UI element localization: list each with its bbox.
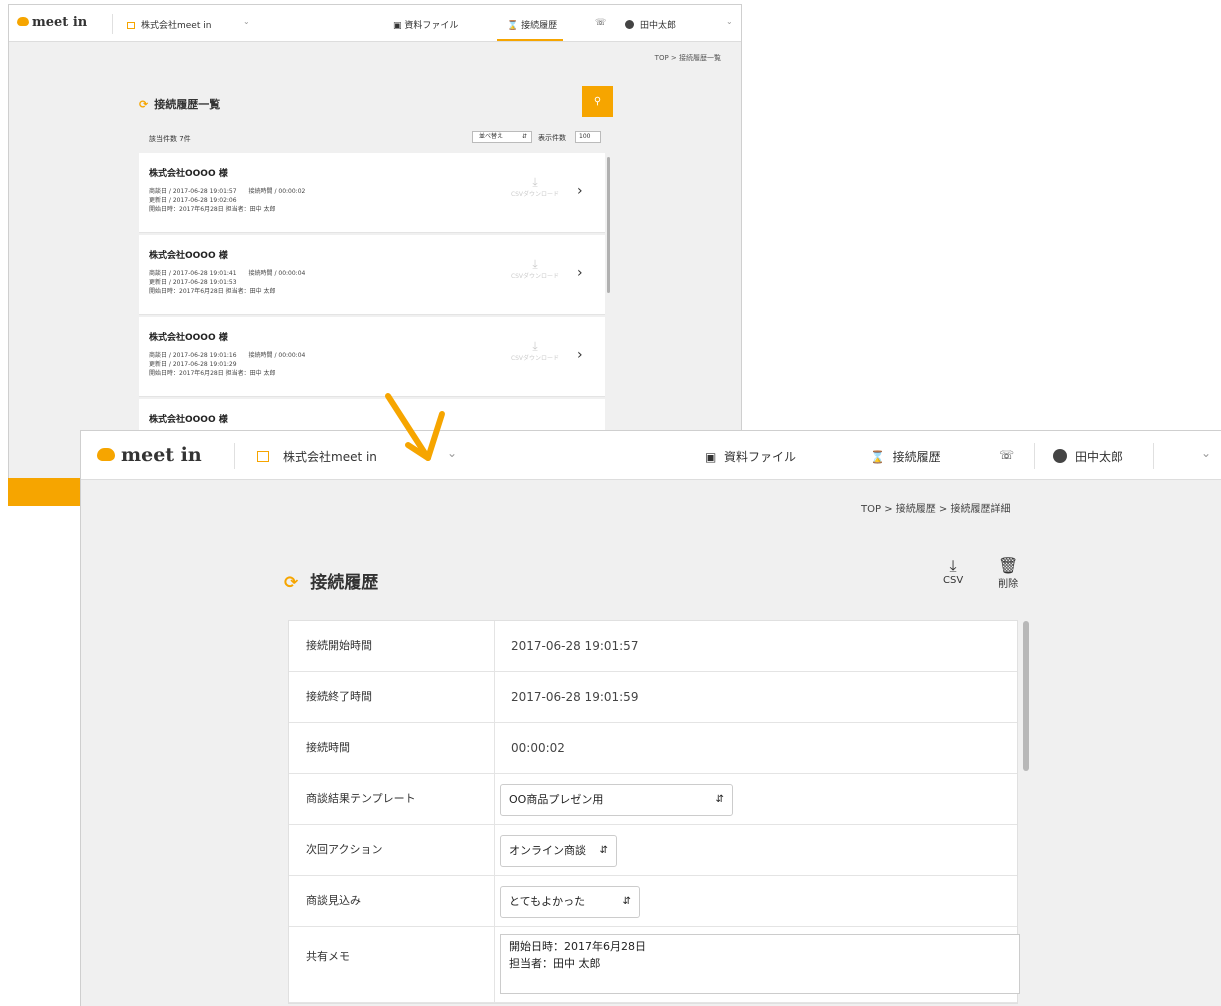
- building-icon: [257, 451, 269, 462]
- logo-icon: [17, 17, 29, 26]
- scrollbar[interactable]: [607, 157, 610, 293]
- download-icon: ⤓: [532, 257, 538, 271]
- chevron-down-icon[interactable]: ⌄: [1201, 446, 1211, 460]
- breadcrumb: TOP > 接続履歴 > 接続履歴詳細: [861, 504, 1011, 515]
- top-header: meet in 株式会社meet in ⌄ ▣ 資料ファイル ⌛ 接続履歴 ☏ …: [9, 5, 741, 42]
- folder-icon: ▣: [393, 21, 402, 31]
- hourglass-icon: ⌛: [870, 450, 885, 464]
- hourglass-icon: ⌛: [507, 21, 519, 31]
- chevron-right-icon[interactable]: ›: [577, 265, 583, 281]
- csv-download-button[interactable]: ⤓ CSVダウンロード: [505, 175, 565, 198]
- download-icon: ⤓: [532, 339, 538, 353]
- select-arrows-icon: ⇵: [521, 133, 527, 140]
- nav-files[interactable]: ▣ 資料ファイル: [705, 448, 796, 465]
- folder-icon: ▣: [705, 450, 717, 464]
- trash-icon: 🗑: [998, 556, 1019, 575]
- search-button[interactable]: ⚲: [582, 86, 613, 117]
- csv-download-button[interactable]: ⤓ CSV: [943, 556, 963, 587]
- sort-select[interactable]: 並べ替え ⇵: [472, 131, 532, 143]
- csv-download-button[interactable]: ⤓ CSVダウンロード: [505, 339, 565, 362]
- user-menu[interactable]: 田中太郎: [625, 18, 676, 31]
- user-menu[interactable]: 田中太郎: [1053, 448, 1123, 465]
- search-icon: ⚲: [593, 96, 602, 107]
- nav-history[interactable]: ⌛ 接続履歴: [507, 18, 557, 31]
- footer-bar: [8, 478, 86, 506]
- prospect-select[interactable]: とてもよかった ⇵: [500, 886, 640, 918]
- logo-icon: [97, 448, 115, 461]
- company-selector[interactable]: 株式会社meet in: [257, 448, 377, 465]
- logo[interactable]: meet in: [97, 444, 202, 466]
- chevron-down-icon[interactable]: ⌄: [726, 17, 733, 26]
- history-detail-window: meet in 株式会社meet in ⌄ ▣ 資料ファイル ⌛ 接続履歴 ☏ …: [80, 430, 1221, 1006]
- chevron-right-icon[interactable]: ›: [577, 183, 583, 199]
- display-count-select[interactable]: 100: [575, 131, 601, 143]
- shared-memo-textarea[interactable]: 開始日時：2017年6月28日 担当者：田中 太郎: [500, 934, 1020, 994]
- list-item[interactable]: 株式会社OOOO 様 商談日 / 2017-06-28 19:01:16 接続時…: [139, 317, 605, 397]
- avatar-icon: [1053, 449, 1067, 463]
- history-detail-table: 接続開始時間 2017-06-28 19:01:57 接続終了時間 2017-0…: [288, 620, 1020, 1004]
- download-icon: ⤓: [949, 556, 957, 575]
- logo[interactable]: meet in: [17, 15, 87, 30]
- table-row: 次回アクション オンライン商談 ⇵: [289, 825, 1017, 876]
- refresh-icon[interactable]: ⟳: [139, 98, 148, 111]
- list-item[interactable]: 株式会社OOOO 様 商談日 / 2017-06-28 19:01:57 接続時…: [139, 153, 605, 233]
- table-row: 接続時間 00:00:02: [289, 723, 1017, 774]
- select-arrows-icon: ⇵: [622, 896, 631, 907]
- csv-download-button[interactable]: ⤓ CSVダウンロード: [505, 257, 565, 280]
- building-icon: [127, 22, 135, 29]
- nav-history[interactable]: ⌛ 接続履歴: [870, 448, 941, 465]
- table-row: 商談結果テンプレート OO商品プレゼン用 ⇵: [289, 774, 1017, 825]
- template-select[interactable]: OO商品プレゼン用 ⇵: [500, 784, 733, 816]
- list-item[interactable]: 株式会社OOOO 様 商談日 / 2017-06-28 19:01:41 接続時…: [139, 235, 605, 315]
- top-header: meet in 株式会社meet in ⌄ ▣ 資料ファイル ⌛ 接続履歴 ☏ …: [81, 431, 1221, 480]
- annotation-arrow-icon: [385, 393, 445, 461]
- breadcrumb: TOP > 接続履歴一覧: [654, 54, 721, 62]
- table-row: 商談見込み とてもよかった ⇵: [289, 876, 1017, 927]
- avatar-icon: [625, 20, 634, 29]
- table-row: 共有メモ 開始日時：2017年6月28日 担当者：田中 太郎: [289, 927, 1020, 1003]
- phone-icon[interactable]: ☏: [595, 18, 606, 28]
- delete-button[interactable]: 🗑 削除: [998, 556, 1019, 591]
- nav-files[interactable]: ▣ 資料ファイル: [393, 18, 458, 31]
- scrollbar[interactable]: [1023, 621, 1029, 771]
- display-count-label: 表示件数: [538, 134, 566, 142]
- chevron-down-icon[interactable]: ⌄: [243, 17, 250, 26]
- table-row: 接続終了時間 2017-06-28 19:01:59: [289, 672, 1017, 723]
- next-action-select[interactable]: オンライン商談 ⇵: [500, 835, 617, 867]
- select-arrows-icon: ⇵: [599, 845, 608, 856]
- download-icon: ⤓: [532, 175, 538, 189]
- page-title: ⟳ 接続履歴一覧: [139, 98, 221, 111]
- select-arrows-icon: ⇵: [715, 794, 724, 805]
- phone-icon[interactable]: ☏: [999, 448, 1014, 462]
- chevron-right-icon[interactable]: ›: [577, 347, 583, 363]
- table-row: 接続開始時間 2017-06-28 19:01:57: [289, 621, 1017, 672]
- company-selector[interactable]: 株式会社meet in: [127, 18, 211, 31]
- page-title: ⟳ 接続履歴: [284, 573, 379, 593]
- refresh-icon[interactable]: ⟳: [284, 573, 298, 593]
- result-count: 該当件数 7件: [149, 135, 191, 143]
